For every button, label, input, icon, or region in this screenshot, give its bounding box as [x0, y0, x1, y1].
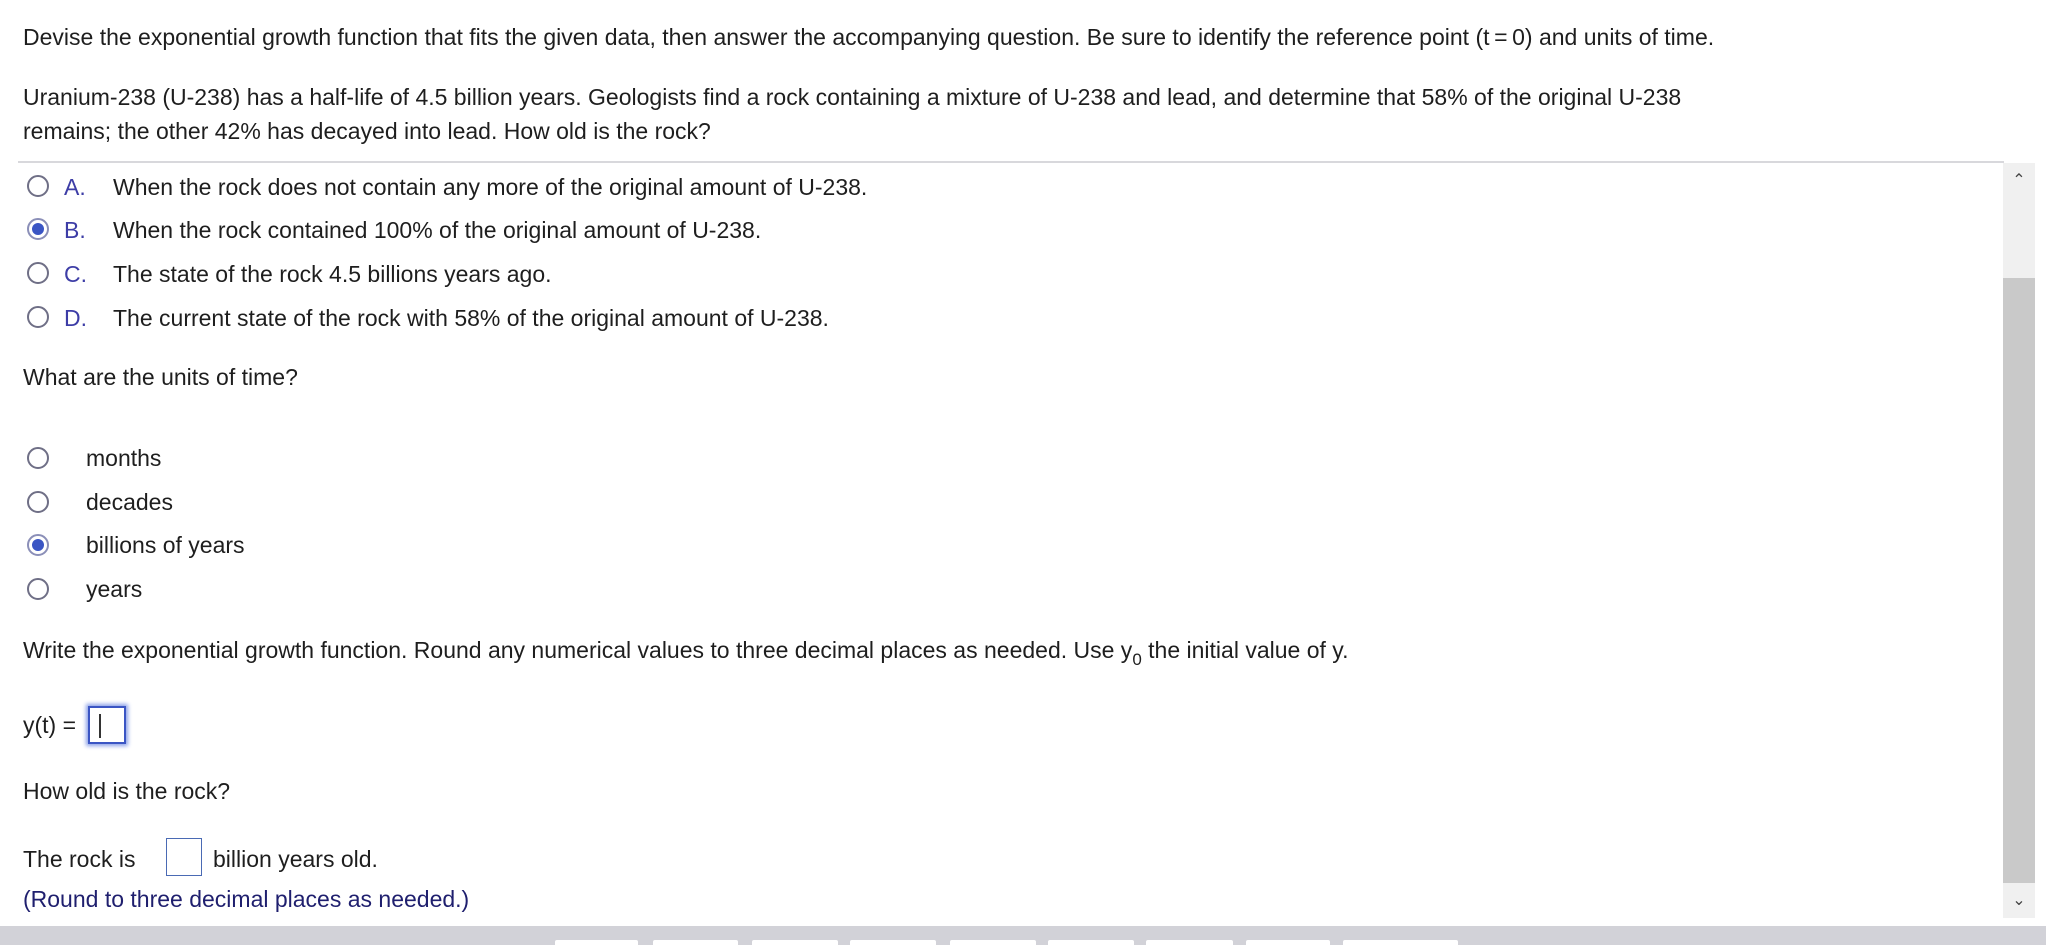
choice-text: When the rock does not contain any more … — [113, 174, 868, 200]
text-cursor — [99, 714, 101, 738]
problem-statement-line1: Uranium-238 (U-238) has a half-life of 4… — [23, 84, 1682, 110]
choice-c[interactable]: C. The state of the rock 4.5 billions ye… — [27, 255, 1027, 291]
choice-b[interactable]: B. When the rock contained 100% of the o… — [27, 211, 1027, 247]
function-question-text-after: the initial value of y. — [1141, 637, 1349, 663]
rounding-hint: (Round to three decimal places as needed… — [23, 886, 470, 912]
scroll-down-button[interactable]: ⌄ — [2003, 883, 2035, 917]
chevron-up-icon: ⌃ — [2012, 172, 2026, 189]
radio-choice-d[interactable] — [27, 306, 49, 328]
problem-statement-line2: remains; the other 42% has decayed into … — [23, 118, 711, 144]
scrollbar-thumb[interactable] — [2003, 278, 2035, 883]
age-answer-input[interactable] — [166, 838, 202, 876]
toolbar-button[interactable] — [1146, 940, 1233, 945]
choice-letter: D. — [64, 305, 87, 331]
choice-text: When the rock contained 100% of the orig… — [113, 217, 762, 243]
section-divider — [18, 161, 2004, 163]
subscript-zero: 0 — [1132, 650, 1142, 669]
age-suffix: billion years old. — [213, 846, 378, 872]
unit-option-decades[interactable]: decades — [27, 484, 427, 520]
toolbar-button[interactable] — [653, 940, 738, 945]
function-answer-input[interactable] — [88, 706, 126, 744]
unit-option-billions-of-years[interactable]: billions of years — [27, 527, 427, 563]
choice-a[interactable]: A. When the rock does not contain any mo… — [27, 168, 1027, 204]
choice-d[interactable]: D. The current state of the rock with 58… — [27, 299, 1027, 335]
unit-label: decades — [86, 489, 173, 515]
choice-letter: B. — [64, 217, 86, 243]
choice-letter: A. — [64, 174, 86, 200]
function-label: y(t) = — [23, 712, 77, 738]
toolbar-button[interactable] — [555, 940, 638, 945]
unit-option-months[interactable]: months — [27, 440, 427, 476]
radio-choice-c[interactable] — [27, 262, 49, 284]
radio-billions-of-years[interactable] — [27, 534, 49, 556]
radio-decades[interactable] — [27, 491, 49, 513]
toolbar-button[interactable] — [1343, 940, 1458, 945]
toolbar-button[interactable] — [950, 940, 1036, 945]
function-question-text: Write the exponential growth function. R… — [23, 637, 1133, 663]
toolbar-button[interactable] — [850, 940, 936, 945]
chevron-down-icon: ⌄ — [2012, 892, 2026, 909]
toolbar-button[interactable] — [1246, 940, 1330, 945]
unit-label: billions of years — [86, 532, 245, 558]
choice-text: The state of the rock 4.5 billions years… — [113, 261, 552, 287]
radio-choice-b[interactable] — [27, 218, 49, 240]
unit-option-years[interactable]: years — [27, 571, 427, 607]
age-prefix: The rock is — [23, 846, 136, 872]
choice-letter: C. — [64, 261, 87, 287]
toolbar-button[interactable] — [752, 940, 838, 945]
instructions: Devise the exponential growth function t… — [23, 24, 1715, 50]
function-question: Write the exponential growth function. R… — [23, 637, 1349, 669]
scroll-up-button[interactable]: ⌃ — [2003, 163, 2035, 197]
choice-text: The current state of the rock with 58% o… — [113, 305, 829, 331]
radio-choice-a[interactable] — [27, 175, 49, 197]
toolbar-button[interactable] — [1048, 940, 1134, 945]
unit-label: months — [86, 445, 162, 471]
units-question: What are the units of time? — [23, 364, 298, 390]
radio-years[interactable] — [27, 578, 49, 600]
radio-months[interactable] — [27, 447, 49, 469]
age-question: How old is the rock? — [23, 778, 231, 804]
unit-label: years — [86, 576, 143, 602]
